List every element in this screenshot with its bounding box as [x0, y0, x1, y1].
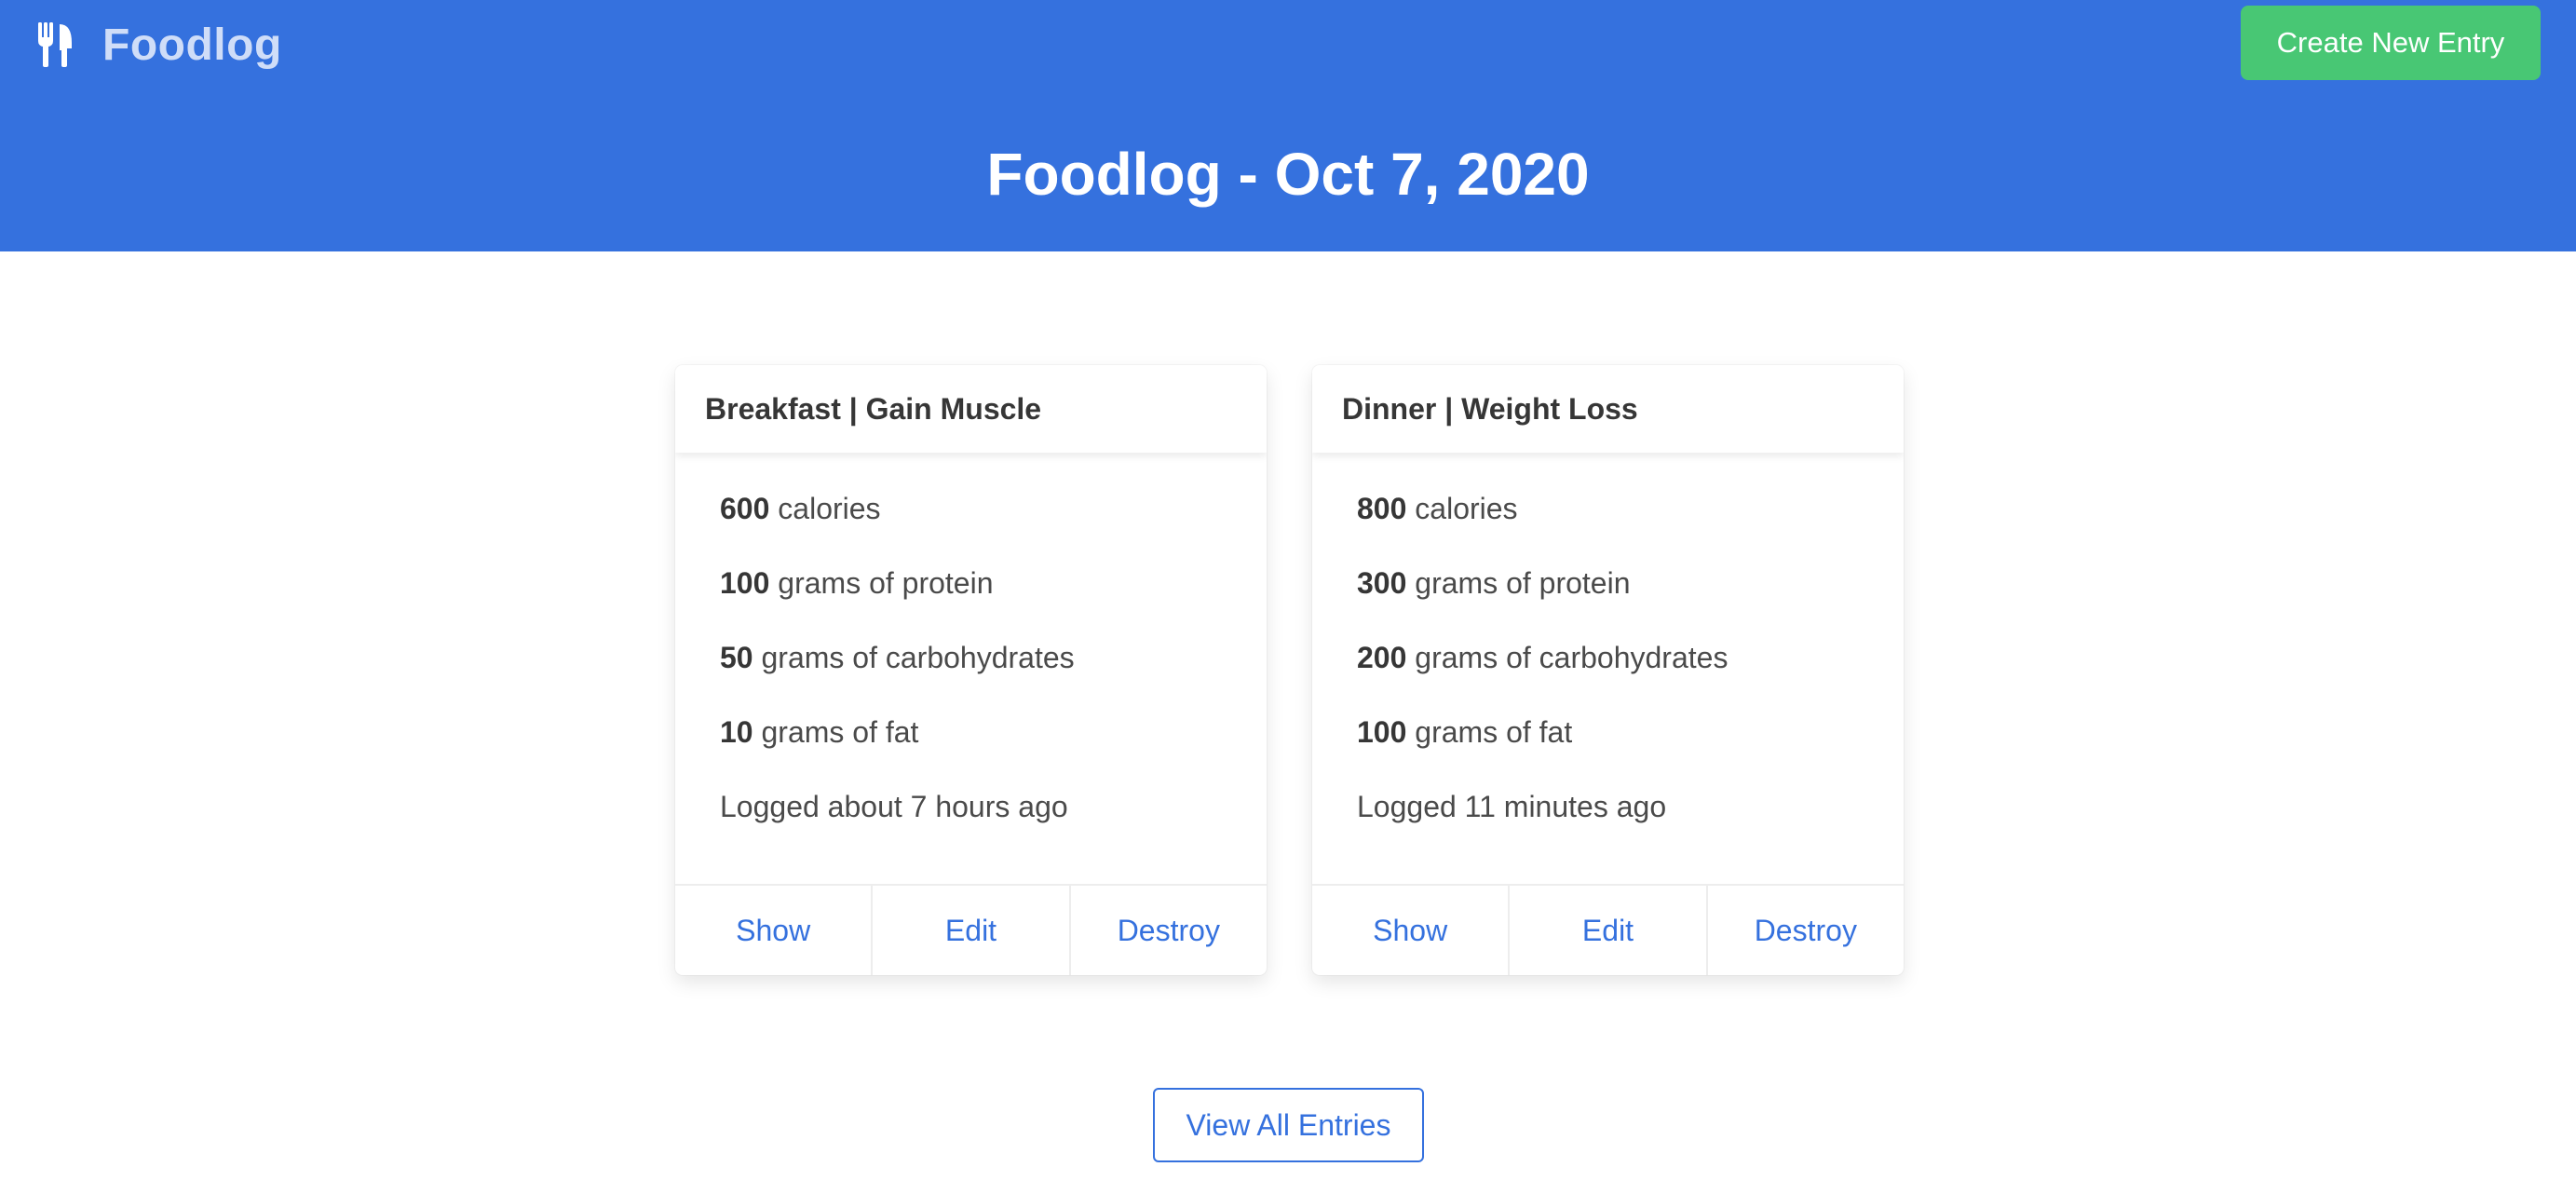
destroy-link[interactable]: Destroy — [1705, 886, 1904, 975]
entry-card: Breakfast | Gain Muscle 600 calories 100… — [675, 365, 1267, 975]
fat-line: 100 grams of fat — [1357, 713, 1904, 752]
protein-label: grams of protein — [1415, 566, 1631, 600]
carbohydrates-value: 200 — [1357, 641, 1407, 674]
protein-value: 100 — [720, 566, 770, 600]
entry-card-footer: Show Edit Destroy — [1312, 884, 1904, 975]
brand-name: Foodlog — [102, 20, 282, 70]
create-new-entry-button[interactable]: Create New Entry — [2241, 6, 2541, 80]
entry-card-content: 600 calories 100 grams of protein 50 gra… — [675, 453, 1267, 832]
logged-time: Logged about 7 hours ago — [720, 790, 1068, 823]
logged-time: Logged 11 minutes ago — [1357, 790, 1667, 823]
entry-card-content: 800 calories 300 grams of protein 200 gr… — [1312, 453, 1904, 832]
calories-line: 800 calories — [1357, 490, 1904, 528]
destroy-link[interactable]: Destroy — [1068, 886, 1267, 975]
carbohydrates-line: 200 grams of carbohydrates — [1357, 639, 1904, 677]
protein-line: 100 grams of protein — [720, 564, 1267, 603]
view-all-entries-button[interactable]: View All Entries — [1153, 1088, 1424, 1162]
calories-line: 600 calories — [720, 490, 1267, 528]
edit-link[interactable]: Edit — [1508, 886, 1705, 975]
calories-label: calories — [1415, 492, 1518, 525]
carbohydrates-label: grams of carbohydrates — [1415, 641, 1729, 674]
calories-label: calories — [778, 492, 881, 525]
protein-line: 300 grams of protein — [1357, 564, 1904, 603]
fat-line: 10 grams of fat — [720, 713, 1267, 752]
brand-logo-link[interactable]: Foodlog — [37, 19, 282, 71]
entry-card-title: Dinner | Weight Loss — [1312, 365, 1904, 453]
calories-value: 600 — [720, 492, 770, 525]
entry-card-title: Breakfast | Gain Muscle — [675, 365, 1267, 453]
protein-value: 300 — [1357, 566, 1407, 600]
fat-label: grams of fat — [761, 715, 919, 749]
show-link[interactable]: Show — [675, 886, 871, 975]
utensils-icon — [38, 22, 72, 67]
entry-card: Dinner | Weight Loss 800 calories 300 gr… — [1312, 365, 1904, 975]
fat-label: grams of fat — [1415, 715, 1573, 749]
fat-value: 100 — [1357, 715, 1407, 749]
entry-card-footer: Show Edit Destroy — [675, 884, 1267, 975]
calories-value: 800 — [1357, 492, 1407, 525]
page-title: Foodlog - Oct 7, 2020 — [986, 141, 1590, 208]
hero-header: Foodlog Create New Entry Foodlog - Oct 7… — [0, 0, 2576, 251]
carbohydrates-value: 50 — [720, 641, 753, 674]
carbohydrates-label: grams of carbohydrates — [761, 641, 1075, 674]
protein-label: grams of protein — [778, 566, 994, 600]
edit-link[interactable]: Edit — [871, 886, 1068, 975]
fat-value: 10 — [720, 715, 753, 749]
show-link[interactable]: Show — [1312, 886, 1508, 975]
carbohydrates-line: 50 grams of carbohydrates — [720, 639, 1267, 677]
